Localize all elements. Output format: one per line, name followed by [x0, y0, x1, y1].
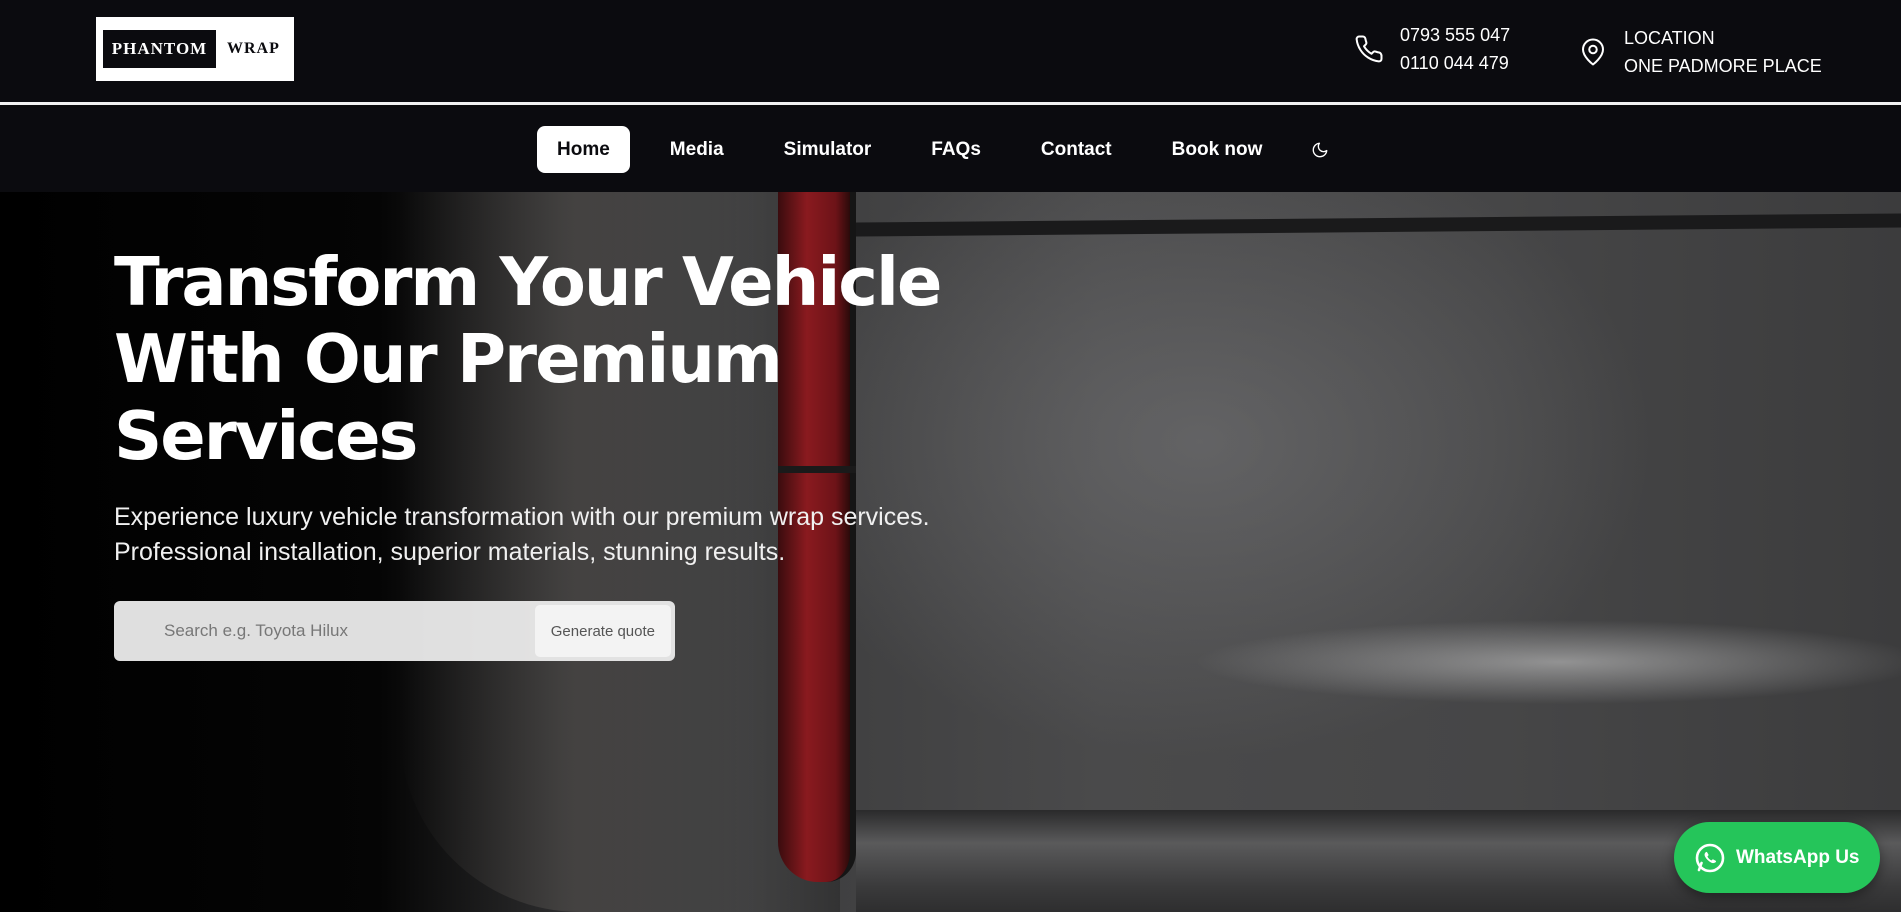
nav-item-contact[interactable]: Contact: [1021, 126, 1132, 173]
top-bar: PHANTOM WRAP 0793 555 047 0110 044 479 L…: [0, 0, 1901, 105]
phone-number-2[interactable]: 0110 044 479: [1400, 49, 1510, 77]
car-panel-line: [856, 213, 1901, 237]
main-nav: Home Media Simulator FAQs Contact Book n…: [0, 108, 1901, 192]
hero-title-line-2: With Our Premium: [114, 320, 783, 398]
vehicle-search-input[interactable]: [118, 605, 535, 657]
phone-number-1[interactable]: 0793 555 047: [1400, 21, 1510, 49]
whatsapp-button[interactable]: WhatsApp Us: [1674, 822, 1880, 893]
map-pin-icon: [1582, 38, 1604, 66]
nav-item-book-now[interactable]: Book now: [1152, 126, 1283, 173]
hero-section: Transform Your Vehicle With Our Premium …: [0, 192, 1901, 912]
location-label: LOCATION: [1624, 28, 1715, 48]
hero-title-line-1: Transform Your Vehicle: [114, 243, 942, 321]
whatsapp-icon: [1695, 843, 1725, 872]
hero-subtitle: Experience luxury vehicle transformation…: [114, 503, 930, 566]
nav-item-faqs[interactable]: FAQs: [911, 126, 1001, 173]
hero-title: Transform Your Vehicle With Our Premium …: [114, 244, 1014, 475]
phone-icon: [1355, 35, 1383, 63]
whatsapp-label: WhatsApp Us: [1736, 846, 1860, 868]
moon-icon: [1312, 142, 1328, 157]
theme-toggle-button[interactable]: [1296, 126, 1343, 173]
quote-search-bar: Generate quote: [114, 601, 675, 661]
generate-quote-button[interactable]: Generate quote: [534, 605, 671, 657]
location-contact: LOCATION ONE PADMORE PLACE: [1578, 24, 1822, 80]
logo-text-right: WRAP: [227, 40, 280, 57]
location-value: ONE PADMORE PLACE: [1624, 56, 1822, 76]
nav-item-media[interactable]: Media: [650, 126, 744, 173]
nav-item-home[interactable]: Home: [537, 126, 630, 173]
nav-item-simulator[interactable]: Simulator: [764, 126, 892, 173]
phone-contact: 0793 555 047 0110 044 479: [1354, 21, 1510, 77]
hero-title-line-3: Services: [114, 397, 418, 475]
logo-text-left: PHANTOM: [103, 30, 216, 68]
brand-logo[interactable]: PHANTOM WRAP: [96, 17, 294, 81]
